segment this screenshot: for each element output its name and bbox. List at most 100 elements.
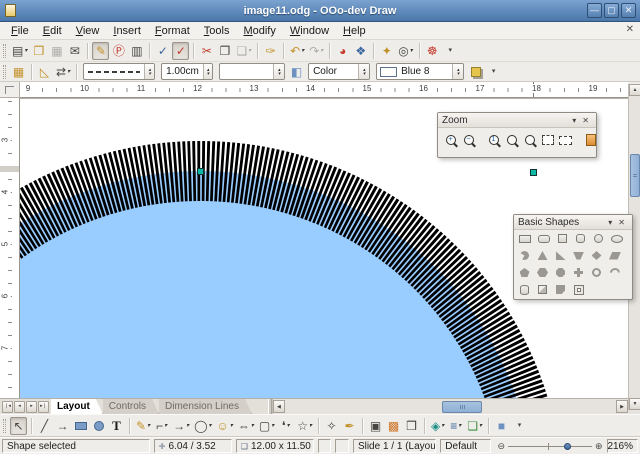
connector-icon[interactable]: ⌐▾ xyxy=(153,417,170,435)
zoom-slider-track[interactable] xyxy=(508,442,592,451)
undo-icon[interactable]: ↶▾ xyxy=(288,42,306,60)
insert-picture-icon[interactable]: ▣ xyxy=(367,417,384,435)
spinner-icon[interactable]: ▴▾ xyxy=(273,64,284,79)
edit-points-icon[interactable]: ✧ xyxy=(323,417,340,435)
zoom-slider[interactable]: ⊖ ⊕ xyxy=(497,441,602,452)
scroll-left-icon[interactable]: ◀ xyxy=(273,400,285,413)
toolbar-grip[interactable] xyxy=(3,419,6,433)
toolbar-options-icon[interactable]: ▾ xyxy=(442,42,459,60)
page-style-cell[interactable]: Default xyxy=(440,439,491,453)
shape-rectangle-rounded-icon[interactable] xyxy=(536,231,552,246)
lines-and-arrows-icon[interactable]: →▾ xyxy=(171,417,191,435)
shape-rectangle-icon[interactable] xyxy=(517,231,533,246)
styles-icon[interactable]: ▦ xyxy=(10,63,27,81)
shape-frame-icon[interactable] xyxy=(571,282,586,297)
open-icon[interactable]: ❒ xyxy=(30,42,47,60)
line-style-select[interactable]: ▴▾ xyxy=(83,63,155,80)
tab-dimension-lines[interactable]: Dimension Lines xyxy=(159,399,252,414)
document-as-email-icon[interactable]: ✉ xyxy=(66,42,83,60)
slide-indicator[interactable]: Slide 1 / 1 (Layout) xyxy=(353,439,436,453)
copy-icon[interactable]: ❐ xyxy=(216,42,233,60)
alignment-icon[interactable]: ≡▾ xyxy=(447,417,464,435)
line-icon[interactable]: ◺ xyxy=(36,63,53,81)
shape-ring-icon[interactable] xyxy=(589,265,604,280)
first-slide-icon[interactable]: ❘◂ xyxy=(2,401,13,413)
block-arrows-icon[interactable]: ⇔▾ xyxy=(236,417,256,435)
shape-regular-pentagon-icon[interactable] xyxy=(517,265,532,280)
symbol-shapes-icon[interactable]: ☺▾ xyxy=(215,417,235,435)
shape-block-arc-icon[interactable] xyxy=(607,265,622,280)
display-grid-icon[interactable]: ✦ xyxy=(378,42,395,60)
close-button[interactable]: ✕ xyxy=(621,3,636,18)
auto-spellcheck-icon[interactable]: ✓ xyxy=(172,42,189,60)
close-document-icon[interactable]: ✕ xyxy=(626,24,634,35)
arrow-style-icon[interactable]: ⇄▾ xyxy=(54,63,72,81)
insert-frames-icon[interactable]: ❒ xyxy=(403,417,420,435)
arrange-icon[interactable]: ❏▾ xyxy=(465,417,484,435)
shape-folded-corner-icon[interactable] xyxy=(553,282,568,297)
entire-page-icon[interactable] xyxy=(539,131,556,149)
next-slide-icon[interactable]: ▸ xyxy=(26,401,37,413)
horizontal-scrollbar[interactable]: ◀ ▶ xyxy=(272,399,628,414)
spinner-icon[interactable]: ▴▾ xyxy=(144,64,154,79)
zoom-in-icon[interactable]: ⊕ xyxy=(595,441,603,452)
fill-color-select[interactable]: Blue 8 ▴▾ xyxy=(376,63,464,80)
line-icon[interactable]: ╱ xyxy=(36,417,53,435)
shape-cube-icon[interactable] xyxy=(535,282,550,297)
zoom-out-icon[interactable]: ⊖ xyxy=(497,441,505,452)
navigator-icon[interactable]: ❖ xyxy=(352,42,369,60)
page-width-icon[interactable] xyxy=(557,131,574,149)
object-size-cell[interactable]: ❑ 12.00 x 11.50 xyxy=(236,439,314,453)
shape-ellipse-icon[interactable] xyxy=(609,231,625,246)
menu-insert[interactable]: Insert xyxy=(106,24,148,38)
new-document-icon[interactable]: ▤▾ xyxy=(10,42,29,60)
spinner-icon[interactable]: ▴▾ xyxy=(358,64,369,79)
tab-controls[interactable]: Controls xyxy=(103,399,159,414)
menu-view[interactable]: View xyxy=(69,24,107,38)
panel-menu-icon[interactable]: ▾ xyxy=(605,218,615,227)
menu-tools[interactable]: Tools xyxy=(197,24,237,38)
shape-right-triangle-icon[interactable] xyxy=(553,248,568,263)
menu-format[interactable]: Format xyxy=(148,24,197,38)
rotate-icon[interactable]: ◈▾ xyxy=(429,417,446,435)
save-icon[interactable]: ▦ xyxy=(48,42,65,60)
minimize-button[interactable]: — xyxy=(587,3,602,18)
menu-window[interactable]: Window xyxy=(283,24,336,38)
paste-icon[interactable]: ❏▾ xyxy=(234,42,253,60)
area-style-select[interactable]: Color ▴▾ xyxy=(308,63,370,80)
spinner-icon[interactable]: ▴▾ xyxy=(452,64,463,79)
select-icon[interactable]: ↖ xyxy=(10,417,27,435)
ellipse-icon[interactable] xyxy=(90,417,107,435)
zoom-icon[interactable]: ◎▾ xyxy=(396,42,415,60)
curve-icon[interactable]: ✎▾ xyxy=(134,417,152,435)
zoom-in-icon[interactable]: + xyxy=(442,131,459,149)
panel-close-icon[interactable]: ✕ xyxy=(615,218,628,227)
menu-file[interactable]: File xyxy=(4,24,36,38)
shift-icon[interactable] xyxy=(582,131,599,149)
shape-cylinder-icon[interactable] xyxy=(517,282,532,297)
shape-trapezoid-icon[interactable] xyxy=(571,248,586,263)
vertical-ruler[interactable]: 34567 xyxy=(0,98,20,398)
edit-file-icon[interactable]: ✎ xyxy=(92,42,109,60)
redo-icon[interactable]: ↷▾ xyxy=(307,42,325,60)
help-icon[interactable]: ☸ xyxy=(424,42,441,60)
shape-parallelogram-icon[interactable] xyxy=(607,248,623,263)
panel-menu-icon[interactable]: ▾ xyxy=(569,116,579,125)
print-icon[interactable]: ▥ xyxy=(128,42,145,60)
panel-close-icon[interactable]: ✕ xyxy=(579,116,592,125)
cursor-position-cell[interactable]: ✛ 6.04 / 3.52 xyxy=(154,439,232,453)
arrow-icon[interactable]: → xyxy=(54,417,71,435)
clone-formatting-icon[interactable]: ✑ xyxy=(262,42,279,60)
scroll-up-icon[interactable]: ▲ xyxy=(629,84,640,96)
tab-layout[interactable]: Layout xyxy=(51,399,103,414)
vertical-scrollbar-thumb[interactable] xyxy=(630,154,640,197)
callouts-icon[interactable]: ❛▾ xyxy=(277,417,294,435)
title-bar[interactable]: image11.odg - OOo-dev Draw — ▢ ✕ xyxy=(0,0,640,22)
stars-icon[interactable]: ☆▾ xyxy=(295,417,314,435)
scroll-down-icon[interactable]: ▼ xyxy=(629,398,640,410)
zoom-out-icon[interactable]: − xyxy=(460,131,477,149)
toolbar-grip[interactable] xyxy=(3,65,6,79)
spellcheck-icon[interactable]: ✓ xyxy=(154,42,171,60)
cut-icon[interactable]: ✂ xyxy=(198,42,215,60)
extrusion-icon[interactable]: ■ xyxy=(493,417,510,435)
